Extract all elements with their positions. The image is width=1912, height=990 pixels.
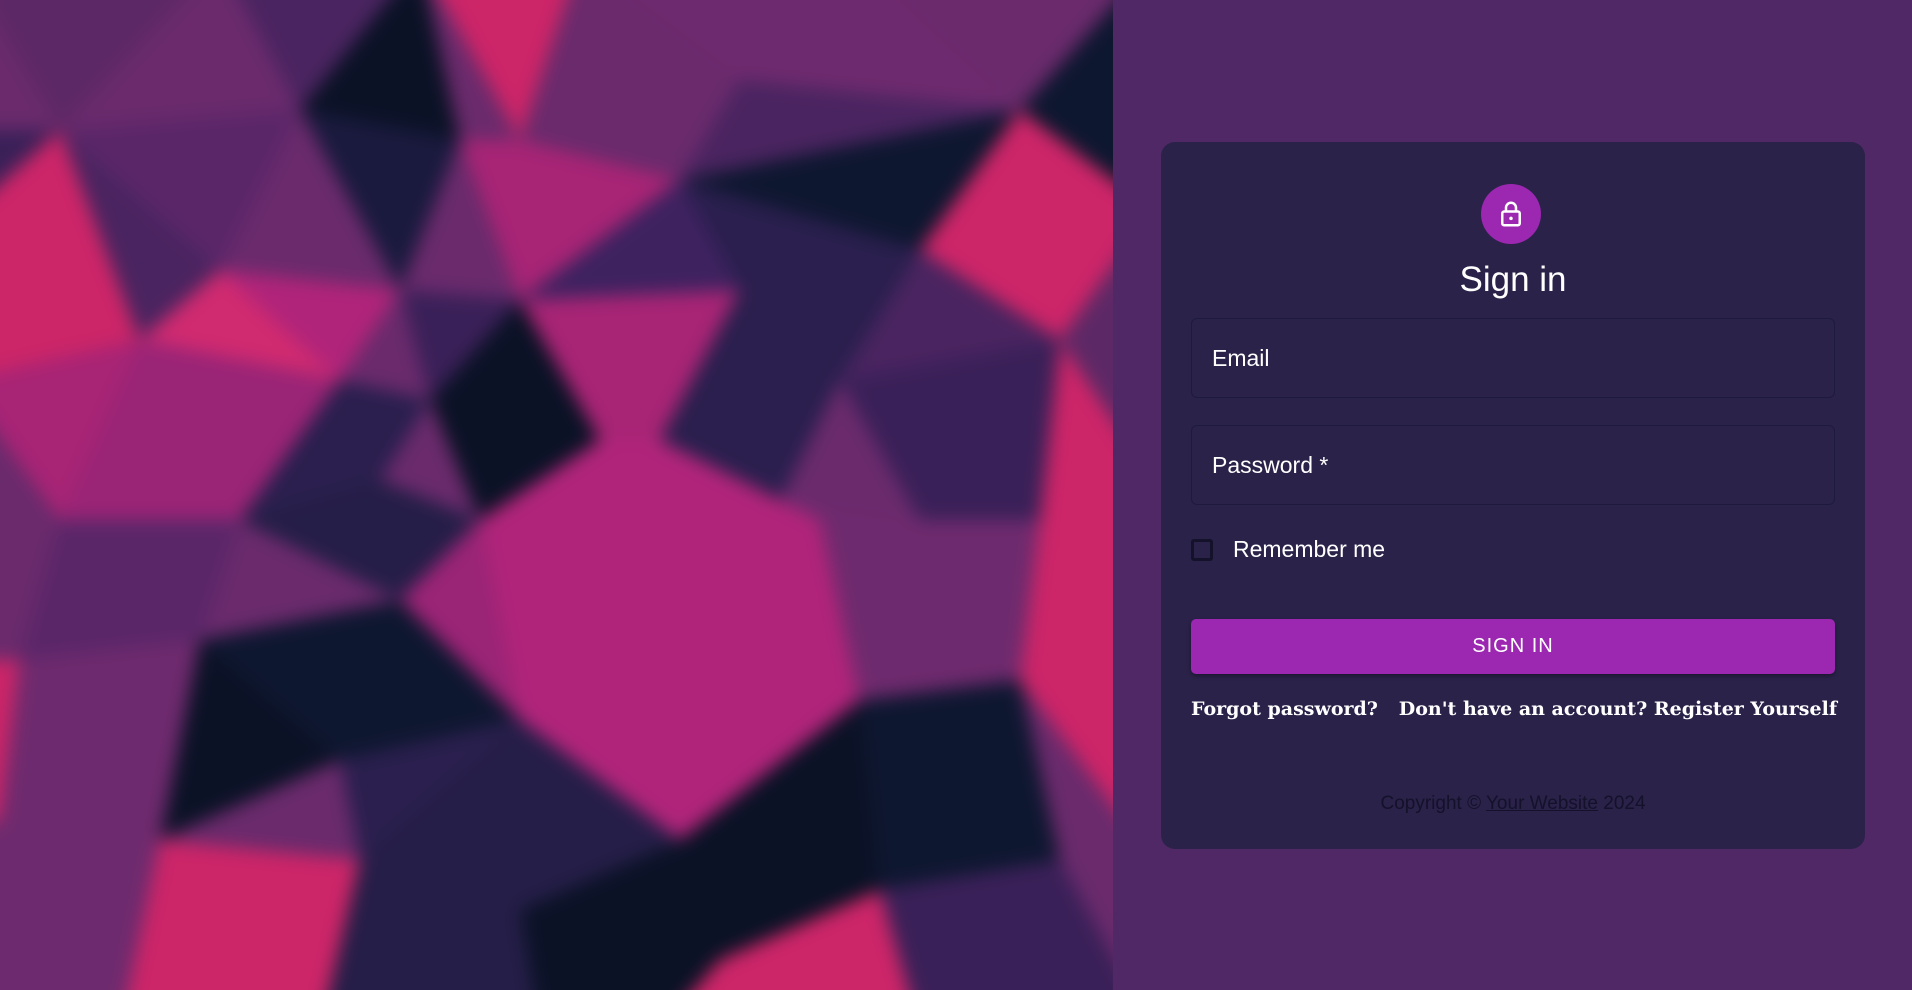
sign-in-card: Sign in Email Password * Remember me SIG… [1161,142,1865,849]
lock-icon [1496,199,1526,229]
email-field[interactable]: Email [1191,318,1835,398]
email-field-label: Email [1212,345,1270,371]
copyright: Copyright © Your Website 2024 [1161,793,1865,815]
copyright-prefix: Copyright © [1380,793,1486,814]
auth-links: Forgot password? Don't have an account? … [1191,698,1837,720]
website-link[interactable]: Your Website [1486,793,1598,814]
hero-image [0,0,1113,990]
login-page: Sign in Email Password * Remember me SIG… [0,0,1912,990]
forgot-password-link[interactable]: Forgot password? [1191,698,1378,720]
password-field[interactable]: Password * [1191,425,1835,505]
sign-in-button[interactable]: SIGN IN [1191,619,1835,674]
password-field-label: Password * [1212,452,1329,478]
remember-me-control[interactable]: Remember me [1191,536,1385,563]
sign-in-panel: Sign in Email Password * Remember me SIG… [1113,0,1912,990]
remember-me-checkbox[interactable] [1191,538,1213,561]
copyright-year: 2024 [1597,793,1646,814]
page-title: Sign in [1459,260,1567,299]
remember-me-label[interactable]: Remember me [1233,536,1385,563]
register-link[interactable]: Don't have an account? Register Yourself [1399,698,1837,720]
avatar [1481,184,1541,244]
abstract-polygon-background [0,0,1113,990]
